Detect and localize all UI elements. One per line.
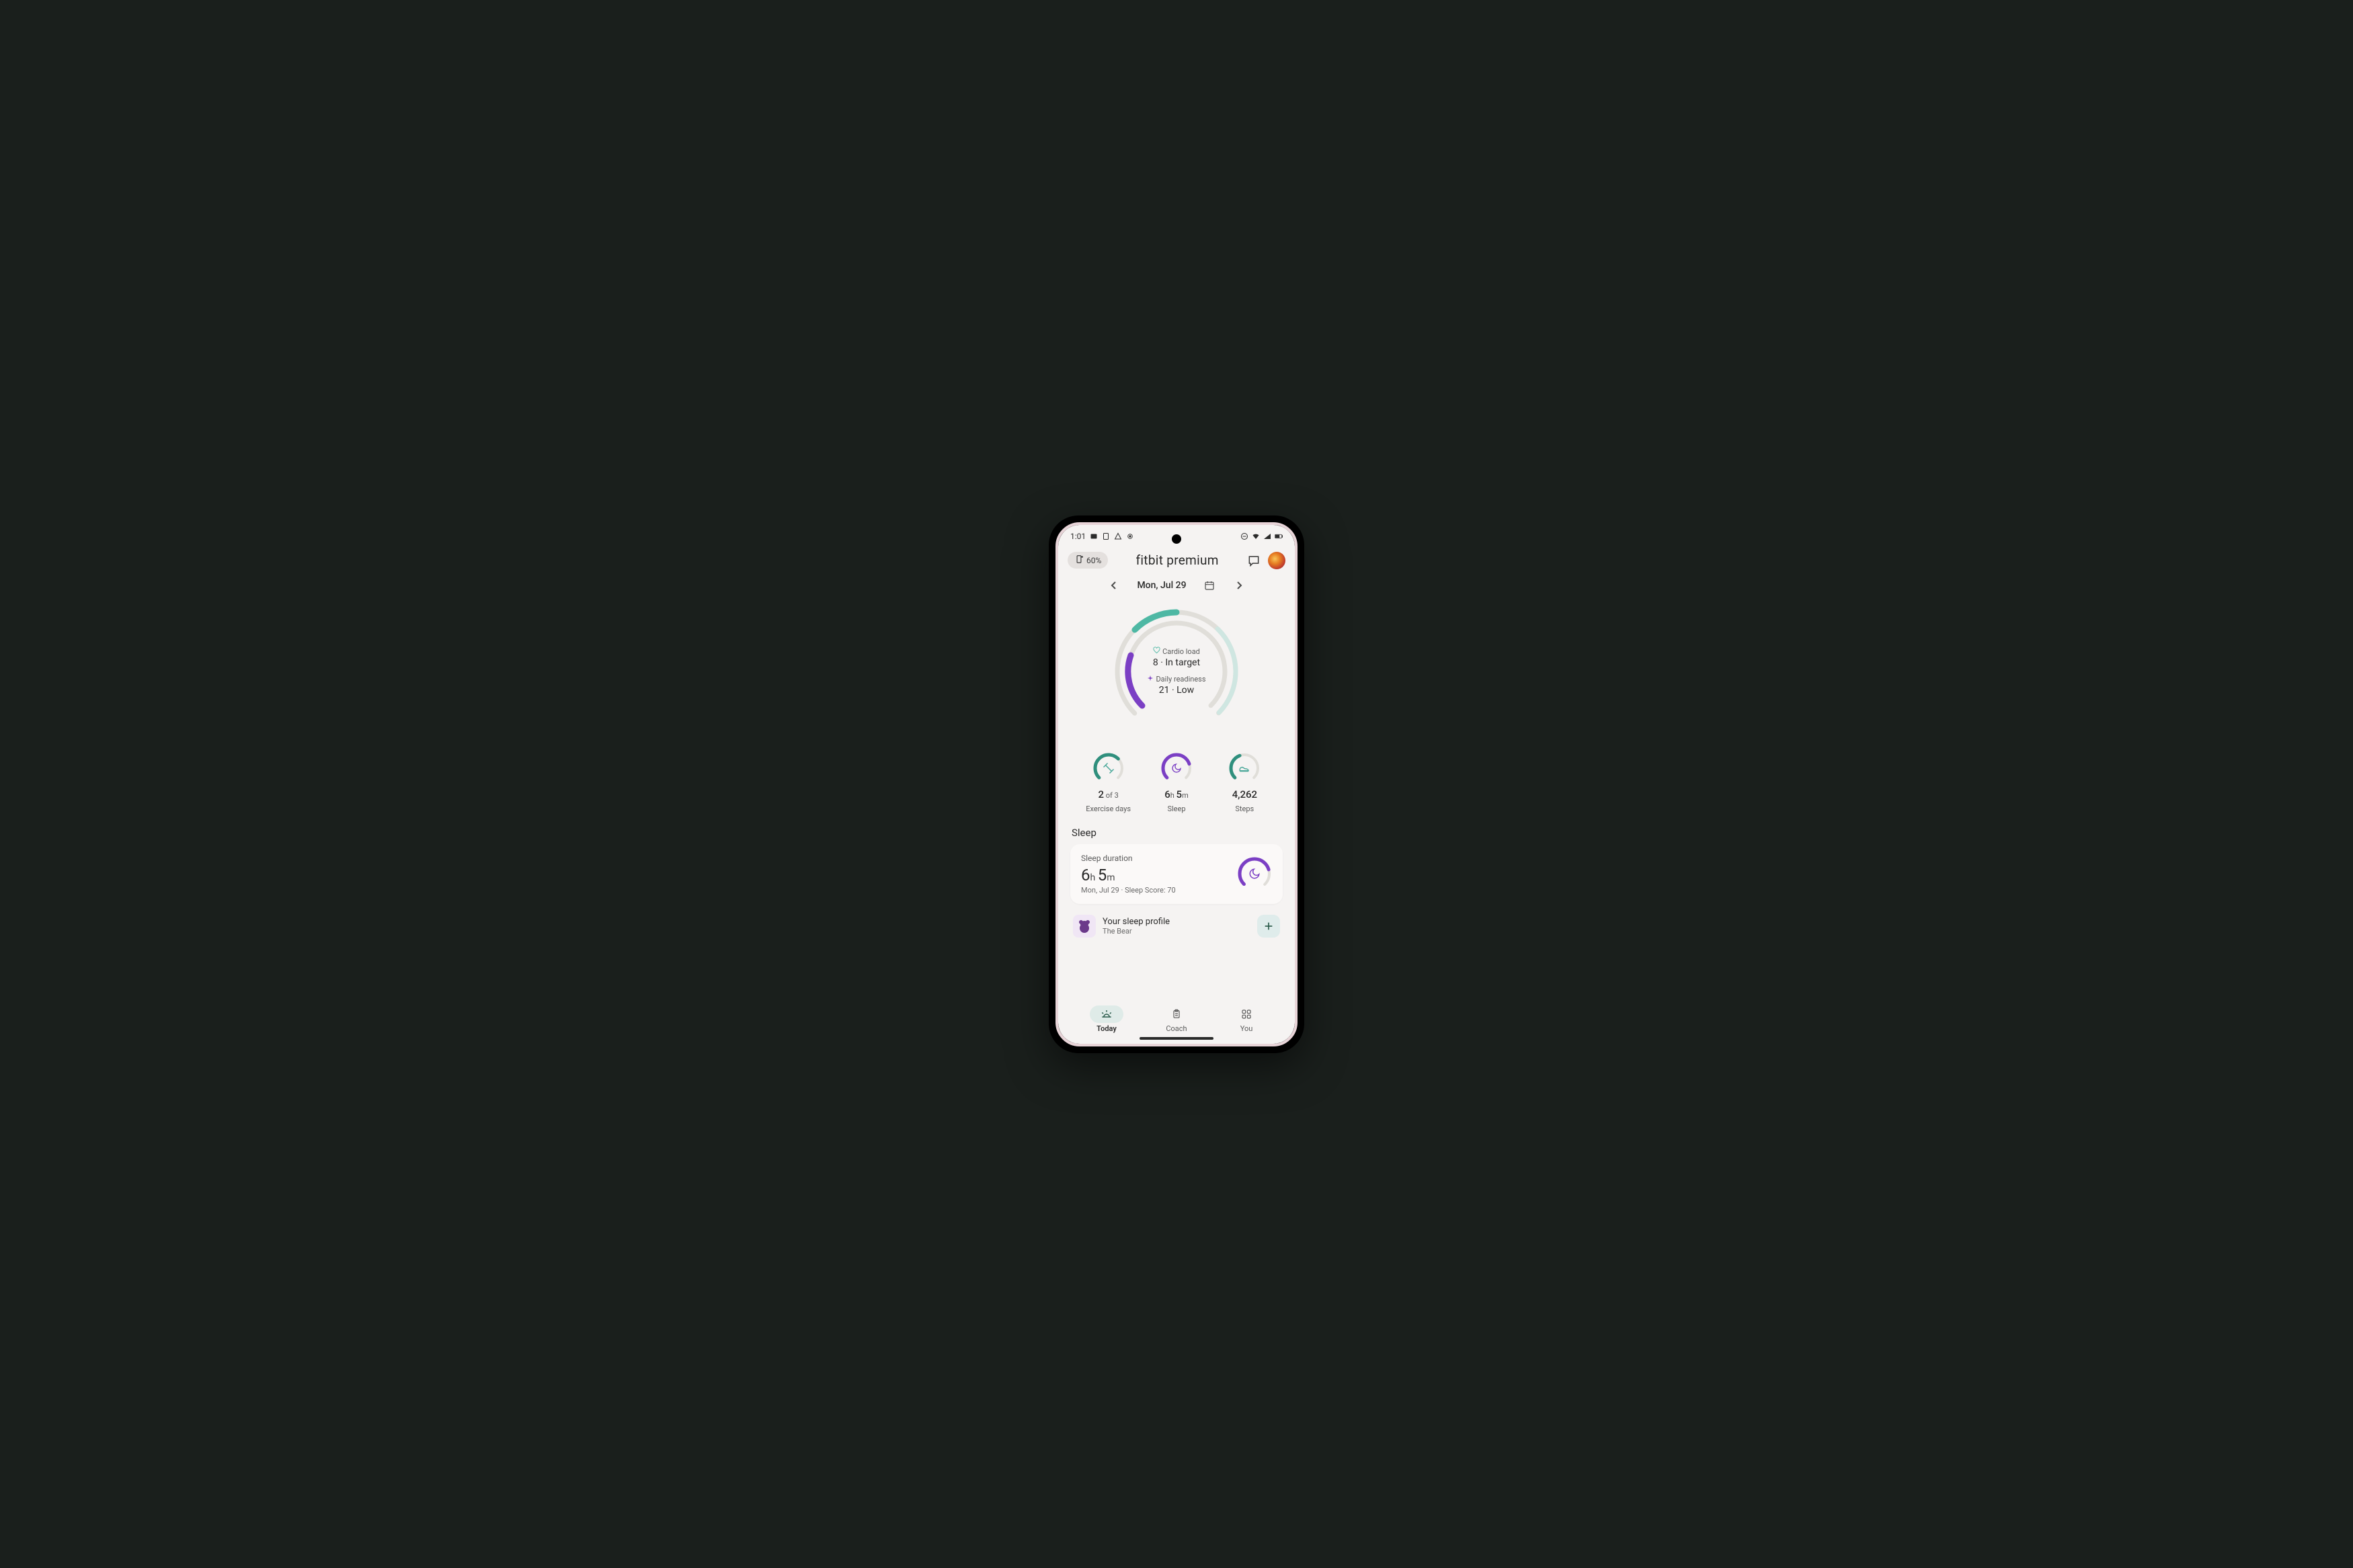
wifi-icon	[1252, 532, 1260, 540]
signal-icon	[1263, 532, 1271, 540]
readiness-label: Daily readiness	[1156, 675, 1205, 684]
gauge-center: Cardio load 8 · In target Daily readines…	[1109, 604, 1244, 739]
app-title: fitbit premium	[1115, 552, 1240, 568]
sleep-duration-label: Sleep duration	[1081, 854, 1176, 863]
battery-icon	[1275, 532, 1283, 540]
main-content[interactable]: Cardio load 8 · In target Daily readines…	[1058, 599, 1295, 999]
triangle-icon	[1114, 532, 1122, 540]
device-battery-pill[interactable]: 60%	[1068, 552, 1108, 569]
status-right	[1240, 532, 1283, 540]
status-time: 1:01	[1070, 532, 1086, 541]
bear-icon	[1073, 915, 1096, 938]
tab-coach-label: Coach	[1166, 1024, 1187, 1033]
device-battery-text: 60%	[1086, 556, 1101, 565]
exercise-ring	[1092, 752, 1125, 784]
clipboard-icon	[1160, 1005, 1193, 1023]
sleep-duration-value: 6h 5m	[1081, 866, 1176, 884]
calendar-button[interactable]	[1203, 579, 1216, 592]
ring-row: 2 of 3 Exercise days	[1070, 748, 1283, 825]
sleep-duration-card[interactable]: Sleep duration 6h 5m Mon, Jul 29 · Sleep…	[1070, 844, 1283, 904]
dot-icon	[1126, 532, 1134, 540]
sleep-ring	[1160, 752, 1193, 784]
cardio-label: Cardio load	[1162, 647, 1200, 656]
screenshot-icon	[1102, 532, 1110, 540]
tab-today-label: Today	[1096, 1024, 1117, 1033]
steps-ring-item[interactable]: 4,262 Steps	[1214, 752, 1275, 813]
phone-bezel: 1:01	[1055, 522, 1298, 1046]
grid-icon	[1230, 1005, 1263, 1023]
sleep-profile-subtitle: The Bear	[1103, 927, 1250, 936]
front-camera	[1172, 534, 1181, 544]
date-nav: Mon, Jul 29	[1058, 576, 1295, 599]
dumbbell-icon	[1092, 752, 1125, 784]
message-icon	[1090, 532, 1098, 540]
status-left: 1:01	[1070, 532, 1134, 541]
chat-button[interactable]	[1246, 553, 1261, 568]
app-header: 60% fitbit premium	[1058, 548, 1295, 576]
main-gauge: Cardio load 8 · In target Daily readines…	[1109, 604, 1244, 739]
cardio-value: 8 · In target	[1153, 657, 1200, 668]
sleep-profile-text: Your sleep profile The Bear	[1103, 917, 1250, 936]
exercise-ring-item[interactable]: 2 of 3 Exercise days	[1078, 752, 1139, 813]
tab-today[interactable]: Today	[1083, 1005, 1130, 1033]
exercise-caption: Exercise days	[1086, 804, 1131, 813]
date-label[interactable]: Mon, Jul 29	[1137, 580, 1186, 591]
tab-you[interactable]: You	[1223, 1005, 1270, 1033]
dnd-icon	[1240, 532, 1248, 540]
next-day-button[interactable]	[1232, 579, 1246, 592]
main-gauge-wrap[interactable]: Cardio load 8 · In target Daily readines…	[1070, 599, 1283, 748]
add-button[interactable]	[1257, 915, 1280, 938]
heart-icon	[1153, 647, 1160, 656]
gesture-bar[interactable]	[1140, 1037, 1213, 1040]
readiness-row: Daily readiness 21 · Low	[1147, 675, 1205, 696]
sleep-profile-row[interactable]: Your sleep profile The Bear	[1070, 907, 1283, 940]
steps-value: 4,262	[1232, 788, 1257, 800]
avatar[interactable]	[1268, 552, 1285, 569]
sleep-card-text: Sleep duration 6h 5m Mon, Jul 29 · Sleep…	[1081, 854, 1176, 895]
cardio-row: Cardio load 8 · In target	[1153, 647, 1200, 668]
sleep-value: 6h 5m	[1164, 788, 1189, 800]
prev-day-button[interactable]	[1107, 579, 1121, 592]
sleep-profile-title: Your sleep profile	[1103, 917, 1250, 927]
sparkle-icon	[1147, 675, 1154, 684]
moon-icon	[1237, 856, 1272, 891]
sleep-duration-meta: Mon, Jul 29 · Sleep Score: 70	[1081, 886, 1176, 895]
tab-coach[interactable]: Coach	[1153, 1005, 1200, 1033]
sleep-section-title: Sleep	[1072, 827, 1283, 839]
readiness-value: 21 · Low	[1147, 685, 1205, 696]
steps-ring	[1228, 752, 1261, 784]
sleep-card-ring	[1237, 856, 1272, 891]
moon-icon	[1160, 752, 1193, 784]
phone-frame: 1:01	[1049, 515, 1304, 1053]
shoe-icon	[1228, 752, 1261, 784]
sunrise-icon	[1090, 1005, 1123, 1023]
sleep-ring-item[interactable]: 6h 5m Sleep	[1146, 752, 1207, 813]
exercise-value: 2 of 3	[1099, 788, 1119, 800]
steps-caption: Steps	[1235, 804, 1254, 813]
sleep-caption: Sleep	[1167, 804, 1185, 813]
tab-you-label: You	[1240, 1024, 1253, 1033]
screen: 1:01	[1058, 525, 1295, 1044]
device-icon	[1074, 554, 1084, 566]
